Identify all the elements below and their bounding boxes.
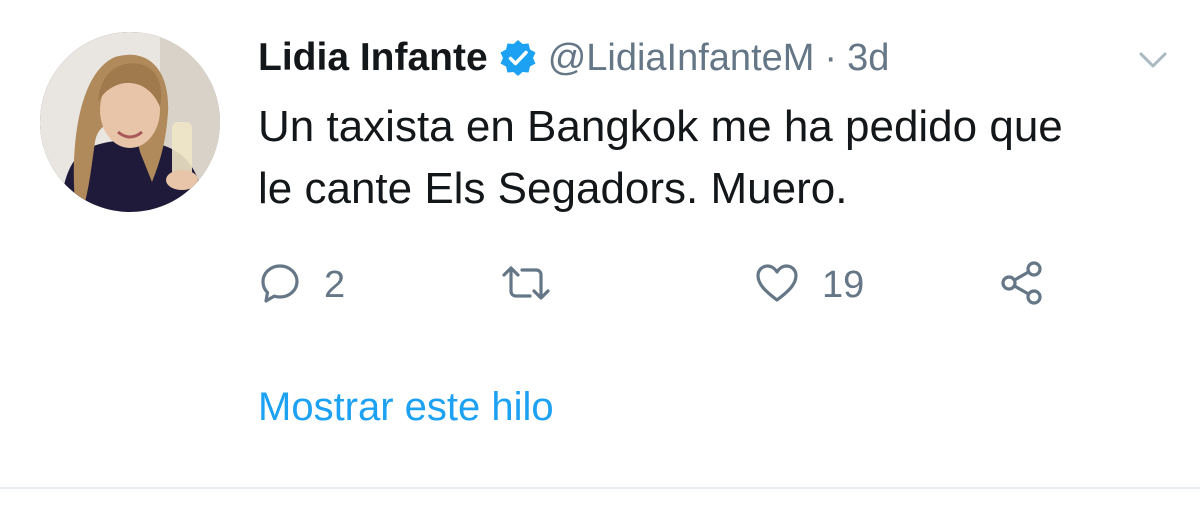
retweet-icon (498, 261, 554, 310)
avatar[interactable] (40, 32, 220, 212)
author-name[interactable]: Lidia Infante (258, 36, 488, 80)
show-thread-link[interactable]: Mostrar este hilo (258, 385, 554, 430)
reply-button[interactable]: 2 (258, 255, 345, 315)
reply-count: 2 (324, 263, 346, 306)
tweet-card[interactable]: Lidia Infante @LidiaInfanteM · 3d Un tax… (0, 0, 1200, 509)
retweet-button[interactable] (498, 255, 576, 315)
author-handle[interactable]: @LidiaInfanteM (548, 37, 815, 80)
tweet-actions: 2 19 (258, 255, 1158, 315)
reply-icon (258, 261, 302, 310)
like-count: 19 (822, 263, 865, 306)
tweet-text-line: le cante Els Segadors. Muero. (258, 164, 848, 213)
verified-badge-icon (498, 38, 538, 78)
avatar-photo (40, 32, 220, 212)
divider (0, 487, 1200, 489)
share-button[interactable] (998, 255, 1046, 315)
tweet-timestamp[interactable]: 3d (847, 37, 889, 80)
share-icon (998, 259, 1046, 312)
tweet-header: Lidia Infante @LidiaInfanteM · 3d (258, 28, 889, 88)
tweet-text-line: Un taxista en Bangkok me ha pedido que (258, 102, 1063, 151)
heart-icon (754, 261, 800, 310)
chevron-down-icon[interactable] (1135, 48, 1171, 72)
header-separator: · (824, 36, 838, 79)
like-button[interactable]: 19 (754, 255, 864, 315)
tweet-text: Un taxista en Bangkok me ha pedido que l… (258, 96, 1178, 220)
